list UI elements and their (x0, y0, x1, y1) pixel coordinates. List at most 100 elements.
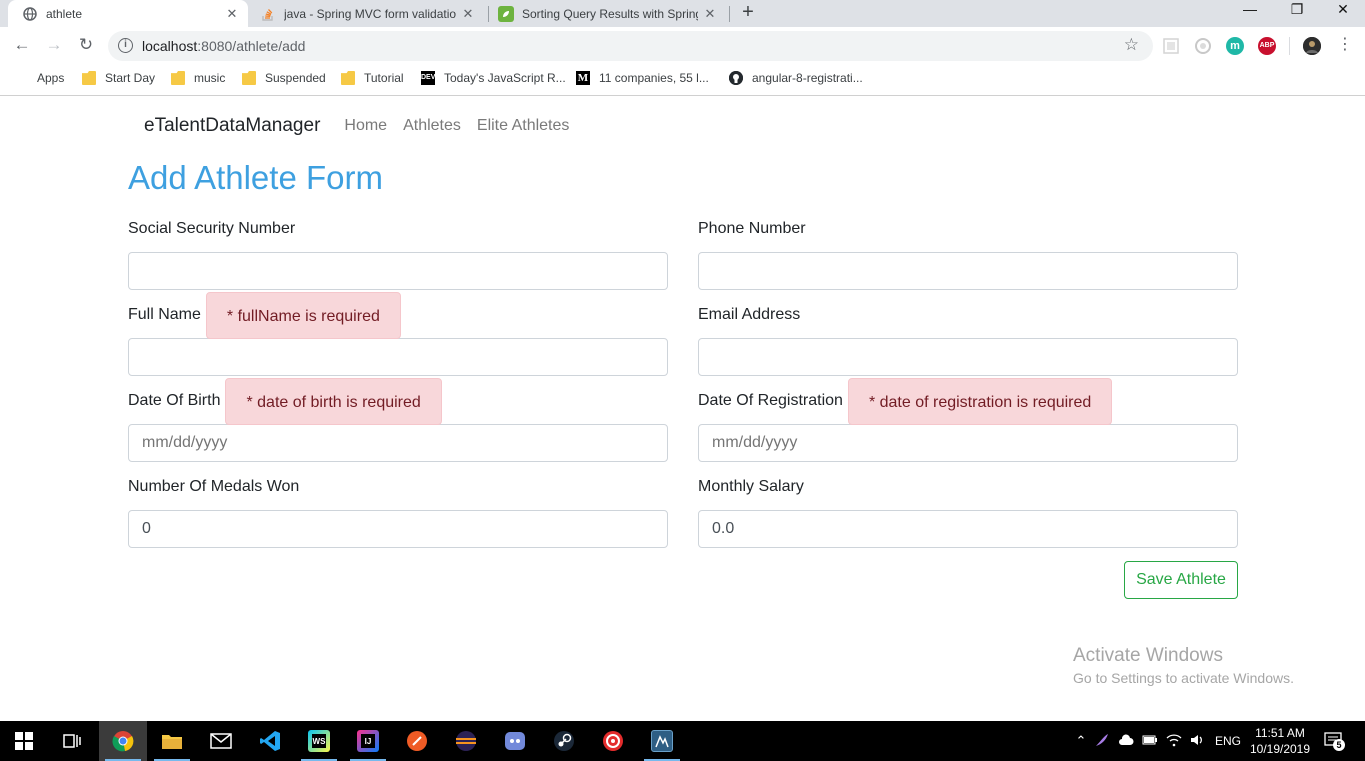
tab-close-icon[interactable]: ✕ (702, 6, 718, 22)
nav-link-athletes[interactable]: Athletes (403, 117, 461, 135)
email-group: Email Address (698, 292, 1238, 376)
chrome-icon[interactable] (99, 721, 147, 761)
cloud-icon[interactable] (1114, 733, 1138, 749)
dor-group: Date Of Registration * date of registrat… (698, 377, 1238, 462)
forward-arrow-icon[interactable]: → (43, 35, 65, 57)
nav-link-elite-athletes[interactable]: Elite Athletes (477, 117, 570, 135)
watermark-subtitle: Go to Settings to activate Windows. (1073, 670, 1294, 686)
new-tab-button[interactable]: + (738, 1, 758, 25)
clock[interactable]: 11:51 AM 10/19/2019 (1245, 725, 1315, 757)
apps-grid-icon (14, 71, 28, 85)
ssn-group: Social Security Number (128, 206, 668, 290)
address-bar[interactable]: i localhost:8080/athlete/add ☆ (108, 31, 1153, 61)
activate-windows-watermark: Activate Windows Go to Settings to activ… (1073, 645, 1294, 686)
phone-group: Phone Number (698, 206, 1238, 290)
bookmark-label: music (194, 71, 226, 85)
dob-group: Date Of Birth * date of birth is require… (128, 377, 668, 462)
dob-input[interactable] (128, 424, 668, 462)
full-name-input[interactable] (128, 338, 668, 376)
volume-icon[interactable] (1186, 733, 1210, 750)
extension-icon[interactable] (1194, 37, 1212, 55)
bookmark-star-icon[interactable]: ☆ (1124, 35, 1139, 55)
extension-icon[interactable] (1162, 37, 1180, 55)
nav-link-home[interactable]: Home (344, 117, 387, 135)
spring-leaf-icon (498, 5, 514, 22)
battery-icon[interactable] (1138, 734, 1162, 748)
vscode-icon[interactable] (246, 721, 294, 761)
discord-icon[interactable] (491, 721, 539, 761)
salary-input[interactable] (698, 510, 1238, 548)
bookmark-start-day[interactable]: Start Day (82, 71, 155, 85)
restore-icon[interactable]: ❐ (1274, 0, 1320, 20)
bookmark-music[interactable]: music (171, 71, 225, 85)
minimize-icon[interactable]: — (1227, 0, 1273, 20)
folder-icon (242, 71, 256, 85)
feather-icon[interactable] (1090, 732, 1114, 751)
close-window-icon[interactable]: ✕ (1320, 0, 1365, 20)
bookmark-suspended[interactable]: Suspended (242, 71, 326, 85)
extension-m-icon[interactable]: m (1226, 37, 1244, 55)
bookmark-label: 11 companies, 55 l... (599, 71, 709, 85)
medals-label: Number Of Medals Won (128, 478, 300, 495)
adblock-plus-icon[interactable]: ABP (1258, 37, 1276, 55)
webstorm-icon[interactable]: WS (295, 721, 343, 761)
file-explorer-icon[interactable] (148, 721, 196, 761)
wifi-icon[interactable] (1162, 733, 1186, 750)
phone-input[interactable] (698, 252, 1238, 290)
mail-icon[interactable] (197, 721, 245, 761)
save-athlete-button[interactable]: Save Athlete (1124, 561, 1238, 599)
steam-icon[interactable] (540, 721, 588, 761)
globe-icon (22, 6, 38, 22)
email-input[interactable] (698, 338, 1238, 376)
task-view-icon[interactable] (48, 721, 96, 761)
bookmark-medium[interactable]: M 11 companies, 55 l... (576, 71, 709, 85)
language-indicator[interactable]: ENG (1210, 734, 1246, 748)
folder-icon (341, 71, 355, 85)
ssn-input[interactable] (128, 252, 668, 290)
app-icon[interactable] (589, 721, 637, 761)
postman-icon[interactable] (393, 721, 441, 761)
reload-icon[interactable]: ↻ (75, 35, 97, 57)
windows-start-icon[interactable] (0, 721, 48, 761)
bookmark-label: angular-8-registrati... (752, 71, 863, 85)
email-label: Email Address (698, 306, 801, 323)
bookmark-tutorial[interactable]: Tutorial (341, 71, 404, 85)
chrome-menu-icon[interactable]: ⋮ (1337, 35, 1353, 55)
github-icon (729, 71, 743, 85)
tab-close-icon[interactable]: ✕ (224, 6, 240, 22)
tab-athlete[interactable]: athlete ✕ (8, 0, 248, 27)
navbar-brand[interactable]: eTalentDataManager (144, 115, 320, 137)
chevron-up-icon[interactable]: ⌃ (1072, 733, 1090, 749)
tab-separator (729, 6, 730, 22)
bookmark-label: Tutorial (364, 71, 404, 85)
back-arrow-icon[interactable]: ← (11, 35, 33, 57)
watermark-title: Activate Windows (1073, 645, 1223, 666)
clock-date: 10/19/2019 (1249, 742, 1311, 756)
full-name-error: * fullName is required (205, 291, 401, 339)
medals-input[interactable] (128, 510, 668, 548)
eclipse-icon[interactable] (442, 721, 490, 761)
clock-time: 11:51 AM (1255, 726, 1305, 740)
tab-title: athlete (46, 6, 83, 21)
app-navbar: eTalentDataManager Home Athletes Elite A… (128, 97, 1238, 155)
tab-close-icon[interactable]: ✕ (460, 6, 476, 22)
dor-input[interactable] (698, 424, 1238, 462)
dob-error: * date of birth is required (225, 377, 442, 425)
intellij-icon[interactable]: IJ (344, 721, 392, 761)
notifications-icon[interactable]: 5 (1324, 732, 1346, 751)
stackoverflow-icon (260, 6, 276, 22)
dev-icon: DEV (421, 71, 435, 85)
bookmark-dev[interactable]: DEV Today's JavaScript R... (421, 71, 566, 85)
spring-tool-suite-icon[interactable] (638, 721, 686, 761)
toolbar-divider (1289, 37, 1290, 55)
bookmark-apps[interactable]: Apps (14, 71, 64, 85)
tab-stackoverflow[interactable]: java - Spring MVC form validation ✕ (256, 0, 482, 27)
tab-spring[interactable]: Sorting Query Results with Spring ✕ (494, 0, 724, 27)
tab-title: java - Spring MVC form validation (284, 6, 456, 21)
bookmarks-bar: Apps Start Day music Suspended Tutorial … (0, 64, 1365, 96)
bookmark-github[interactable]: angular-8-registrati... (729, 71, 863, 85)
info-icon[interactable]: i (118, 38, 133, 53)
address-url: localhost:8080/athlete/add (142, 38, 306, 54)
profile-avatar[interactable] (1303, 37, 1321, 55)
full-name-label: Full Name (128, 306, 201, 323)
